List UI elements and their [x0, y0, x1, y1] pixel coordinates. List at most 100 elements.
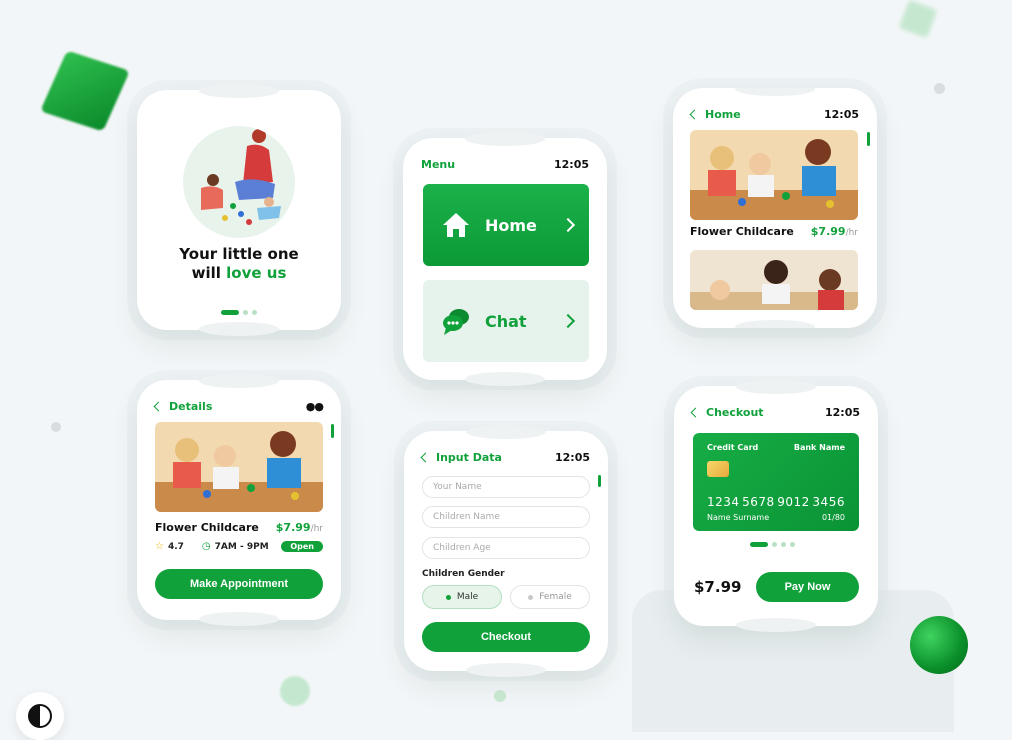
clock: 12:05	[824, 406, 860, 419]
card-bottom-row: Name Surname 01/80	[707, 513, 845, 522]
childcare-name: Flower Childcare	[155, 521, 259, 534]
strap-top	[465, 132, 545, 146]
chevron-right-icon	[560, 313, 576, 329]
status-badge: Open	[281, 541, 323, 552]
gender-option-male[interactable]: Male	[422, 585, 502, 609]
strap-bottom	[199, 612, 279, 626]
clock: 12:05	[554, 451, 590, 464]
clock-icon: ◷	[201, 541, 211, 552]
childcare-photo[interactable]	[690, 250, 858, 310]
family-illustration	[183, 126, 295, 238]
opening-hours: 7AM - 9PM	[214, 541, 269, 552]
make-appointment-button[interactable]: Make Appointment	[155, 569, 323, 599]
gender-label: Children Gender	[422, 569, 505, 579]
blob-decoration	[51, 422, 61, 432]
blob-decoration	[494, 690, 506, 702]
page-dot[interactable]	[790, 542, 795, 547]
scrollbar-thumb[interactable]	[331, 424, 334, 438]
back-button[interactable]: Checkout	[690, 406, 764, 419]
strap-top	[736, 380, 816, 394]
back-button[interactable]: Input Data	[420, 451, 502, 464]
checkout-button[interactable]: Checkout	[422, 622, 590, 652]
name-input[interactable]: Your Name	[422, 476, 590, 498]
children-age-input[interactable]: Children Age	[422, 537, 590, 559]
chevron-right-icon	[560, 217, 576, 233]
card-top-row: Credit Card Bank Name	[707, 443, 845, 452]
onboarding-title: Your little one will love us	[179, 245, 299, 282]
theme-toggle-button[interactable]	[16, 692, 64, 740]
childcare-price: $7.99	[275, 521, 311, 534]
page-dot-active[interactable]	[221, 310, 239, 315]
input-header: Input Data 12:05	[420, 451, 590, 464]
scrollbar-thumb[interactable]	[598, 475, 601, 487]
home-list-watch-screen: Home 12:05 Flower Childcare $7.99/hr	[673, 88, 877, 328]
radio-unselected-icon	[528, 594, 534, 600]
green-cube-decoration	[40, 50, 130, 132]
home-icon	[443, 213, 469, 237]
input-data-watch-screen: Input Data 12:05 Your Name Children Name…	[404, 425, 608, 677]
strap-bottom	[735, 320, 815, 328]
card-holder: Name Surname	[707, 513, 770, 522]
menu-chat-button[interactable]: Chat	[423, 280, 589, 362]
radio-selected-icon	[445, 594, 451, 600]
chevron-left-icon	[690, 407, 701, 418]
strap-bottom	[736, 618, 816, 632]
chevron-left-icon	[420, 452, 431, 463]
checkout-header: Checkout 12:05	[690, 406, 860, 419]
total-price: $7.99	[694, 578, 742, 596]
card-page-indicator	[750, 542, 795, 547]
gender-option-female[interactable]: Female	[510, 585, 590, 609]
scrollbar-thumb[interactable]	[867, 132, 870, 146]
chevron-left-icon	[153, 401, 164, 412]
strap-top	[199, 374, 279, 388]
onboarding-watch-screen: Your little one will love us	[137, 84, 341, 336]
credit-card[interactable]: Credit Card Bank Name 1234 5678 9012 3456 N…	[693, 433, 859, 531]
strap-top	[735, 88, 815, 96]
rating-value: 4.7	[167, 541, 184, 552]
details-watch-screen: Details ●● Flower Childcare $7.99/hr ☆ 4…	[137, 374, 341, 626]
details-title-row: Flower Childcare $7.99/hr	[155, 521, 323, 534]
menu-watch-screen: Menu 12:05 Home Chat	[403, 132, 607, 386]
pay-now-button[interactable]: Pay Now	[756, 572, 859, 602]
children-name-input[interactable]: Children Name	[422, 506, 590, 528]
page-dot[interactable]	[772, 542, 777, 547]
menu-header: Menu 12:05	[421, 158, 589, 171]
more-icon[interactable]: ●●	[306, 400, 324, 413]
strap-top	[466, 425, 546, 439]
childcare-card-row[interactable]: Flower Childcare $7.99/hr	[690, 225, 858, 238]
page-dot[interactable]	[781, 542, 786, 547]
small-cube-decoration	[898, 0, 938, 39]
checkout-watch-screen: Checkout 12:05 Credit Card Bank Name 123…	[674, 380, 878, 632]
childcare-photo	[155, 422, 323, 512]
star-icon: ☆	[155, 541, 164, 552]
card-type: Credit Card	[707, 443, 759, 452]
blob-decoration	[934, 83, 945, 94]
card-expiry: 01/80	[821, 513, 845, 522]
childcare-name: Flower Childcare	[690, 225, 794, 238]
page-dot[interactable]	[243, 310, 248, 315]
home-header: Home 12:05	[689, 108, 859, 121]
menu-home-button[interactable]: Home	[423, 184, 589, 266]
strap-bottom	[199, 322, 279, 336]
strap-top	[199, 84, 279, 98]
contrast-icon	[28, 704, 52, 728]
menu-chat-label: Chat	[485, 311, 527, 331]
chip-icon	[707, 461, 729, 477]
blob-decoration	[280, 676, 310, 706]
page-dot[interactable]	[252, 310, 257, 315]
back-button[interactable]: Details	[153, 400, 212, 413]
chevron-left-icon	[689, 109, 700, 120]
page-indicator	[221, 310, 257, 315]
price-unit: /hr	[845, 228, 858, 238]
strap-bottom	[465, 372, 545, 386]
back-button[interactable]: Home	[689, 108, 741, 121]
chat-icon	[443, 309, 469, 335]
card-number: 1234 5678 9012 3456	[707, 495, 845, 509]
childcare-photo[interactable]	[690, 130, 858, 220]
price-unit: /hr	[310, 524, 323, 534]
details-meta-row: ☆ 4.7 ◷ 7AM - 9PM Open	[155, 541, 323, 552]
page-dot-active[interactable]	[750, 542, 768, 547]
clock: 12:05	[823, 108, 859, 121]
menu-home-label: Home	[485, 215, 537, 235]
bank-name: Bank Name	[793, 443, 845, 452]
